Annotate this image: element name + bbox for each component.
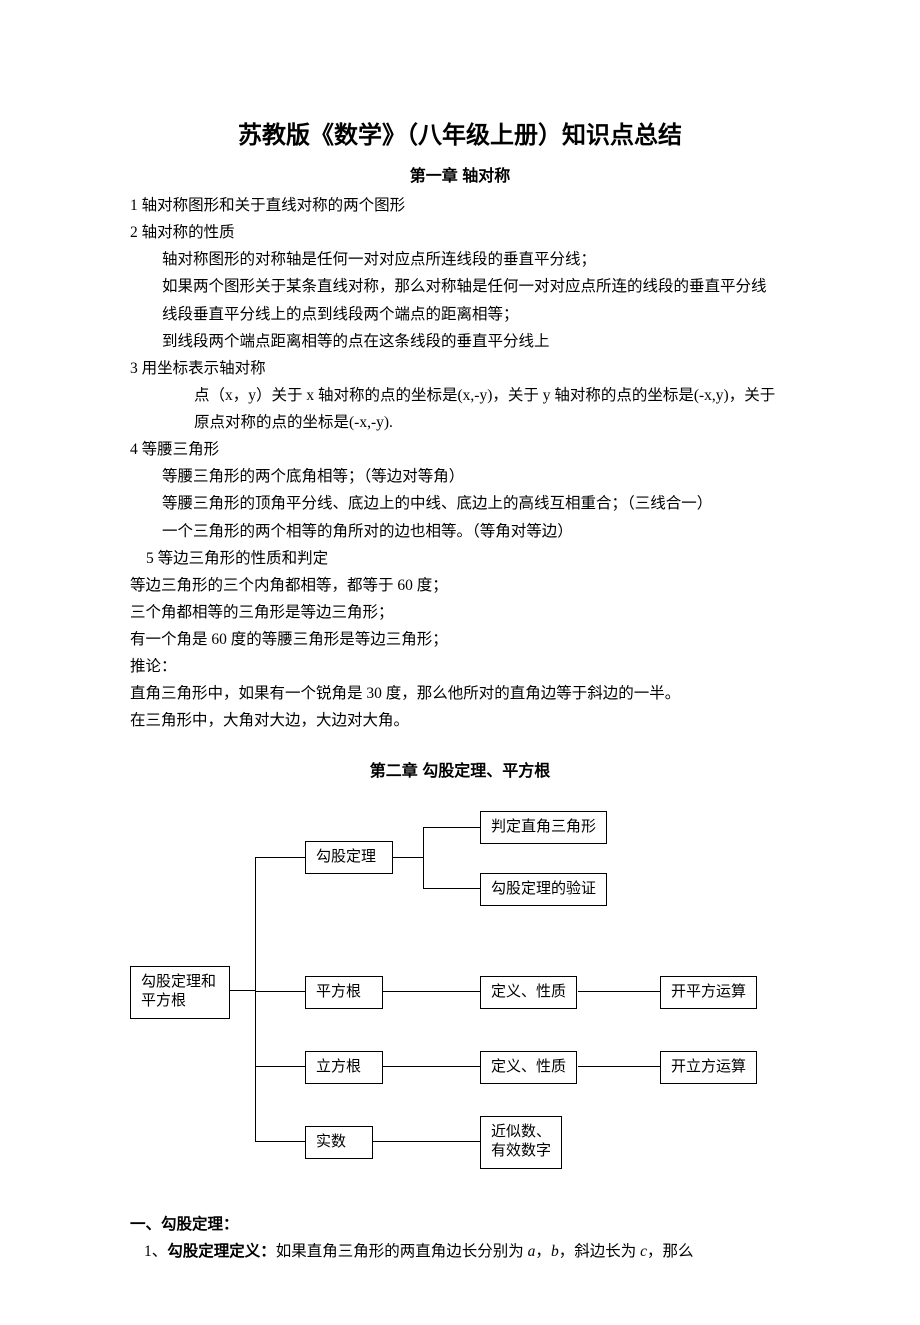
node-root: 勾股定理和平方根: [130, 966, 230, 1019]
ch1-item-2d: 到线段两个端点距离相等的点在这条线段的垂直平分线上: [130, 328, 790, 355]
node-gougu: 勾股定理: [305, 841, 393, 875]
definition-text-1: 如果直角三角形的两直角边长分别为: [276, 1243, 528, 1260]
definition-label: 勾股定理定义：: [167, 1243, 276, 1260]
ch1-item-2b: 如果两个图形关于某条直线对称，那么对称轴是任何一对对应点所连的线段的垂直平分线: [130, 273, 790, 300]
node-dingyi-2: 定义、性质: [480, 1051, 577, 1085]
item-number: 1、: [144, 1243, 167, 1260]
node-kailifang: 开立方运算: [660, 1051, 757, 1085]
ch1-item-5f: 在三角形中，大角对大边，大边对大角。: [130, 707, 790, 734]
ch1-item-4b: 等腰三角形的顶角平分线、底边上的中线、底边上的高线互相重合；（三线合一）: [130, 490, 790, 517]
section-1-item-1: 1、勾股定理定义：如果直角三角形的两直角边长分别为 a，b，斜边长为 c，那么: [130, 1238, 790, 1265]
node-panding: 判定直角三角形: [480, 811, 607, 845]
ch1-item-5c: 有一个角是 60 度的等腰三角形是等边三角形；: [130, 626, 790, 653]
node-lifanggen: 立方根: [305, 1051, 383, 1085]
ch1-item-5a: 等边三角形的三个内角都相等，都等于 60 度；: [130, 572, 790, 599]
node-jinshishu: 近似数、 有效数字: [480, 1116, 562, 1169]
ch1-item-5b: 三个角都相等的三角形是等边三角形；: [130, 599, 790, 626]
node-kaipingfang: 开平方运算: [660, 976, 757, 1010]
ch1-item-4c: 一个三角形的两个相等的角所对的边也相等。（等角对等边）: [130, 518, 790, 545]
chapter-1-heading: 第一章 轴对称: [130, 162, 790, 186]
variable-b: b: [551, 1243, 559, 1260]
ch1-item-4a: 等腰三角形的两个底角相等；（等边对等角）: [130, 463, 790, 490]
ch1-item-2: 2 轴对称的性质: [130, 219, 790, 246]
ch1-item-5e: 直角三角形中，如果有一个锐角是 30 度，那么他所对的直角边等于斜边的一半。: [130, 680, 790, 707]
ch1-item-2a: 轴对称图形的对称轴是任何一对对应点所连线段的垂直平分线；: [130, 246, 790, 273]
section-1-heading: 一、勾股定理：: [130, 1211, 790, 1238]
node-pingfanggen: 平方根: [305, 976, 383, 1010]
ch1-item-4: 4 等腰三角形: [130, 436, 790, 463]
document-page: 苏教版《数学》（八年级上册）知识点总结 第一章 轴对称 1 轴对称图形和关于直线…: [0, 0, 920, 1325]
node-dingyi-1: 定义、性质: [480, 976, 577, 1010]
ch1-item-5d: 推论：: [130, 653, 790, 680]
ch1-item-3a: 点（x，y）关于 x 轴对称的点的坐标是(x,-y)，关于 y 轴对称的点的坐标…: [162, 382, 790, 436]
node-shishu: 实数: [305, 1126, 373, 1160]
node-root-label: 勾股定理和平方根: [141, 974, 216, 1010]
concept-diagram: 勾股定理和平方根 勾股定理 平方根 立方根 实数 判定直角三角形 勾股定理的验证…: [130, 811, 790, 1191]
comma-1: ，: [535, 1243, 551, 1260]
definition-text-2: ，斜边长为: [559, 1243, 640, 1260]
ch1-item-2c: 线段垂直平分线上的点到线段两个端点的距离相等；: [130, 301, 790, 328]
ch1-item-3: 3 用坐标表示轴对称: [130, 355, 790, 382]
node-yanzheng: 勾股定理的验证: [480, 873, 607, 907]
variable-c: c: [640, 1243, 647, 1260]
definition-text-3: ，那么: [647, 1243, 694, 1260]
ch1-item-1: 1 轴对称图形和关于直线对称的两个图形: [130, 192, 790, 219]
document-title: 苏教版《数学》（八年级上册）知识点总结: [130, 115, 790, 150]
chapter-2-heading: 第二章 勾股定理、平方根: [130, 757, 790, 781]
ch1-item-5: 5 等边三角形的性质和判定: [130, 545, 790, 572]
